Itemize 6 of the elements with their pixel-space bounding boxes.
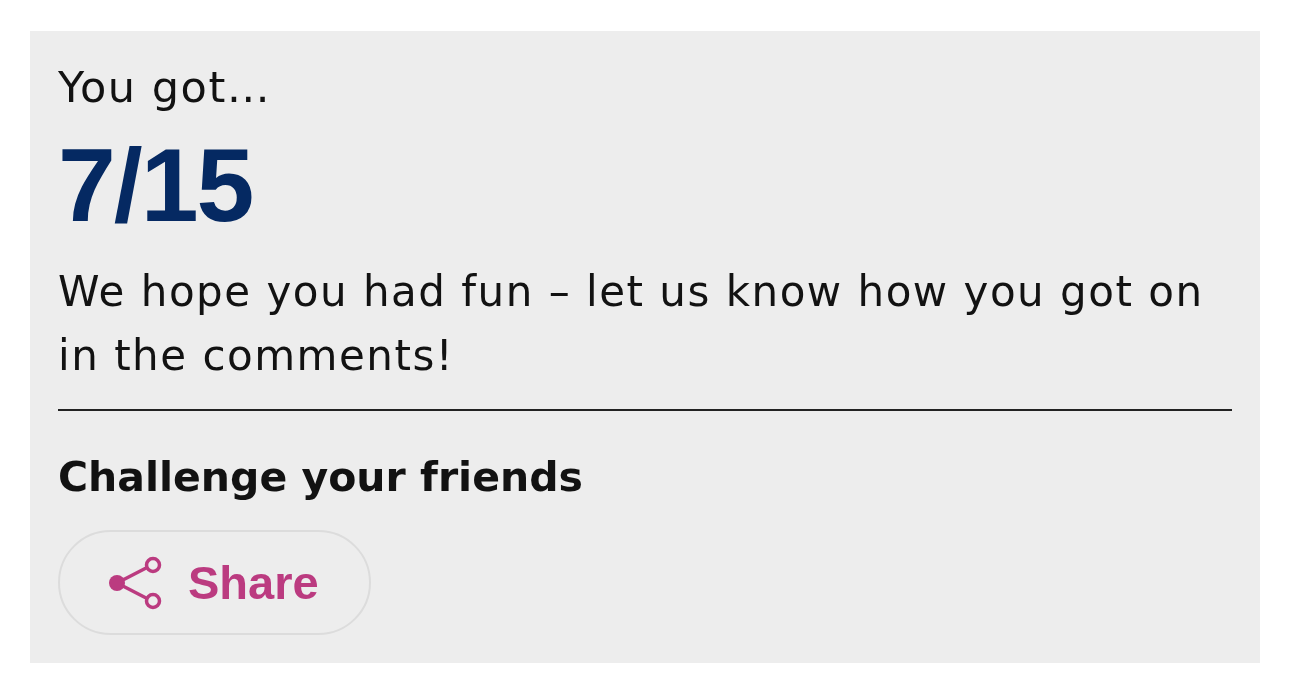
share-button[interactable]: Share — [58, 530, 371, 635]
score: 7/15 — [58, 128, 253, 242]
result-message: We hope you had fun – let us know how you got on in the comments! — [58, 266, 1205, 382]
share-heading: Challenge your friends — [58, 452, 583, 502]
share-icon — [108, 555, 162, 610]
result-intro: You got… — [58, 61, 272, 114]
